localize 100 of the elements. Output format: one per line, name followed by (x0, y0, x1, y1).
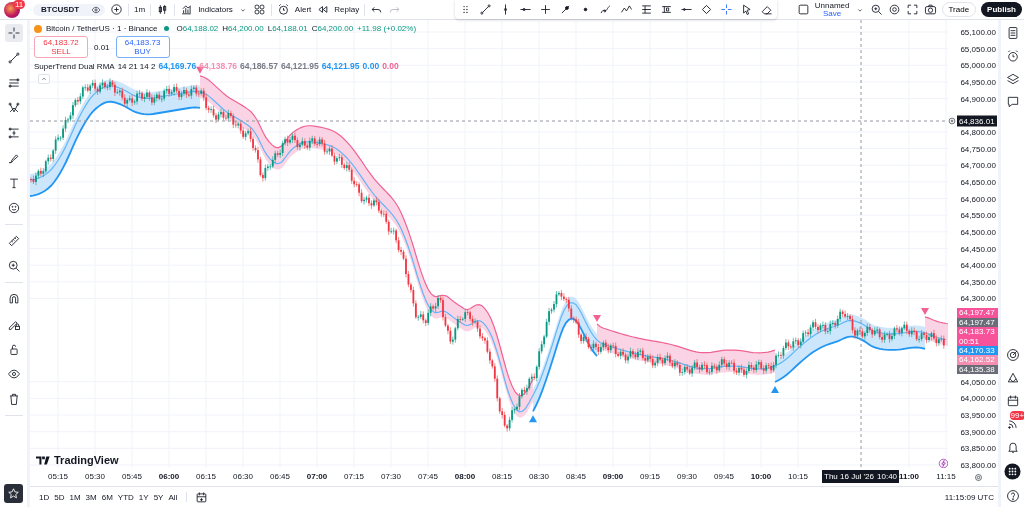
price-label: 64,400.00 (960, 260, 996, 270)
triangles-icon[interactable] (1005, 371, 1020, 385)
time-label: 09:00 (602, 472, 624, 481)
range-button[interactable]: 1D (38, 492, 51, 502)
indicators-button[interactable]: Indicators (198, 5, 233, 14)
interval-button[interactable]: 1m (134, 5, 146, 14)
indicator-value: 0.00 (382, 61, 399, 71)
bell-icon[interactable] (1005, 440, 1020, 454)
curve-icon[interactable] (599, 3, 613, 16)
time-label: 07:45 (418, 472, 438, 481)
range-button[interactable]: 1Y (137, 492, 150, 502)
range-button[interactable]: 5Y (152, 492, 165, 502)
spread-value: 0.01 (94, 42, 110, 52)
time-label: 08:30 (529, 472, 549, 481)
fib-levels-icon[interactable] (639, 3, 653, 16)
camera-icon[interactable] (923, 3, 937, 16)
lightning-icon[interactable] (938, 458, 948, 468)
signal-triangle (593, 315, 601, 322)
indicators-icon[interactable] (180, 3, 194, 16)
time-label: 09:45 (714, 472, 734, 481)
settings-icon[interactable] (974, 473, 983, 482)
price-label: 65,050.00 (960, 44, 996, 54)
price-badge-value: 64,197.47 (959, 308, 996, 318)
indicator-value: 64,121.95 (321, 61, 360, 71)
indicator-value: 64,186.57 (240, 61, 278, 71)
buy-button[interactable]: 64,183.73 BUY (115, 36, 170, 58)
indicator-name[interactable]: SuperTrend Dual RMA (34, 61, 115, 71)
layouts-icon[interactable] (252, 3, 266, 16)
time-label: 10:00 (750, 472, 772, 481)
alert-button[interactable]: Alert (294, 5, 312, 14)
diamond-icon[interactable] (700, 3, 714, 16)
price-label: 64,300.00 (960, 293, 996, 303)
replay-button[interactable]: Replay (334, 5, 360, 14)
time-label: 05:45 (122, 472, 142, 481)
range-button[interactable]: YTD (116, 492, 135, 502)
layers-icon[interactable] (1005, 72, 1020, 86)
search-icon[interactable] (869, 3, 883, 16)
range-button[interactable]: 3M (84, 492, 98, 502)
cross-icon[interactable] (539, 3, 553, 16)
crosshair-price-label: 64,836.01 (957, 115, 997, 127)
crosshair-time: 10:40 (877, 472, 898, 481)
price-label: 64,500.00 (960, 227, 996, 237)
price-badge-value: 64,135.38 (959, 364, 996, 374)
indicator-value: 64,169.76 (158, 61, 197, 71)
range-button[interactable]: All (167, 492, 179, 502)
alarm-icon[interactable] (276, 3, 290, 16)
add-symbol-icon[interactable] (110, 3, 123, 16)
price-label: 64,950.00 (960, 77, 996, 87)
trend-line-icon[interactable] (478, 3, 492, 16)
calendar-icon[interactable] (1005, 394, 1020, 408)
price-label: 63,800.00 (960, 460, 996, 470)
calendar-plus-icon[interactable] (195, 490, 209, 504)
cursor-icon[interactable] (740, 3, 754, 16)
range-button[interactable]: 5D (53, 492, 66, 502)
checkbox-icon[interactable] (796, 3, 810, 16)
fullscreen-icon[interactable] (905, 3, 919, 16)
sell-button[interactable]: 64,183.72 SELL (34, 36, 88, 58)
trade-button[interactable]: Trade (941, 2, 977, 17)
layout-name[interactable]: Unnamed (814, 1, 850, 10)
ohlc-value: H64,200.00 (222, 24, 264, 33)
settings-icon[interactable] (887, 3, 901, 16)
price-label: 63,850.00 (960, 443, 996, 453)
publish-button[interactable]: Publish (981, 2, 1022, 17)
channel-icon[interactable] (659, 3, 673, 16)
replay-icon[interactable] (316, 3, 330, 16)
price-label: 64,600.00 (960, 194, 996, 204)
star-button[interactable] (4, 484, 23, 503)
target-icon[interactable] (1005, 348, 1020, 362)
time-label: 11:15 (936, 472, 956, 481)
time-label: 08:45 (566, 472, 586, 481)
news-badge: 99+ (1009, 411, 1024, 420)
chat-icon[interactable] (1005, 95, 1020, 109)
eraser-icon[interactable] (760, 3, 774, 16)
price-badge-value: 64,183.73 (959, 327, 996, 337)
price-label: 65,000.00 (960, 60, 996, 70)
range-button[interactable]: 6M (100, 492, 114, 502)
ohlc-value: L64,188.01 (267, 24, 308, 33)
save-link[interactable]: Save (823, 9, 842, 18)
price-badge-value: 64,197.47 (959, 317, 996, 327)
ohlc-value: O64,188.02 (176, 24, 219, 33)
plus-circle-icon[interactable] (948, 117, 956, 125)
time-label: 08:00 (454, 472, 476, 481)
crosshair-icon[interactable] (720, 3, 734, 16)
time-label: 09:15 (640, 472, 660, 481)
crosshair-icon[interactable] (4, 24, 23, 42)
news-feed-icon[interactable] (1005, 417, 1020, 431)
price-change: +11.98 (+0.02%) (357, 24, 417, 33)
alarm-clock-icon[interactable] (1005, 49, 1020, 63)
price-label: 63,950.00 (960, 410, 996, 420)
symbol-name[interactable]: BTCUSDT (41, 5, 85, 14)
eye-icon[interactable] (91, 4, 101, 15)
watchlist-icon[interactable] (1005, 26, 1020, 40)
price-label: 64,750.00 (960, 144, 996, 154)
signal-triangle (771, 385, 779, 393)
symbol-title[interactable]: Bitcoin / TetherUS · 1 · Binance (46, 24, 158, 33)
range-button[interactable]: 1M (68, 492, 82, 502)
help-icon[interactable] (1005, 489, 1020, 503)
ohlc-value: C64,200.00 (311, 24, 354, 33)
apps-icon[interactable] (1004, 463, 1021, 480)
symbol-search[interactable]: BTCUSDT (33, 3, 105, 16)
